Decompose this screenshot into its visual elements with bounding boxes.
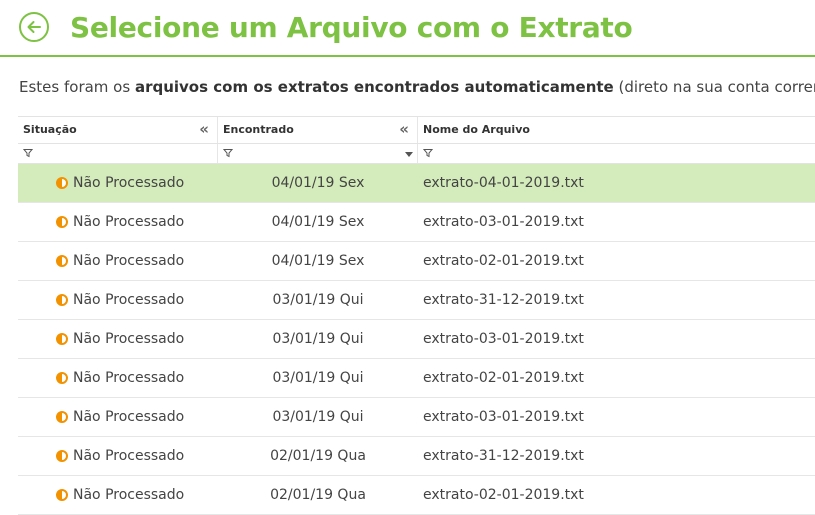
column-header-label: Nome do Arquivo xyxy=(423,123,530,136)
found-date-cell: 04/01/19 Sex xyxy=(271,175,365,191)
file-name-cell: extrato-03-01-2019.txt xyxy=(423,409,584,425)
found-date-cell: 03/01/19 Qui xyxy=(272,331,364,347)
file-name-cell: extrato-02-01-2019.txt xyxy=(423,487,584,503)
file-name-cell: extrato-31-12-2019.txt xyxy=(423,448,584,464)
filter-encontrado[interactable] xyxy=(218,144,418,163)
file-name-cell: extrato-03-01-2019.txt xyxy=(423,214,584,230)
status-cell: Não Processado xyxy=(18,292,218,308)
found-date-cell: 03/01/19 Qui xyxy=(272,409,364,425)
chevron-down-icon[interactable] xyxy=(405,152,413,157)
half-circle-status-icon xyxy=(56,411,68,423)
status-text: Não Processado xyxy=(73,214,185,230)
found-date-cell: 04/01/19 Sex xyxy=(271,214,365,230)
table-row[interactable]: Não Processado 03/01/19 Qui extrato-31-12-… xyxy=(18,281,815,320)
filter-icon xyxy=(23,149,33,158)
column-header-label: Encontrado xyxy=(223,123,294,136)
status-text: Não Processado xyxy=(73,331,185,347)
filter-icon xyxy=(423,149,433,158)
found-date-cell: 04/01/19 Sex xyxy=(271,253,365,269)
column-header-label: Situação xyxy=(23,123,77,136)
table-row[interactable]: Não Processado 02/01/19 Qua extrato-31-12-… xyxy=(18,437,815,476)
description-prefix: Estes foram os xyxy=(19,78,135,96)
page-description: Estes foram os arquivos com os extratos … xyxy=(19,78,815,96)
half-circle-status-icon xyxy=(56,372,68,384)
filter-icon xyxy=(223,149,233,158)
half-circle-status-icon xyxy=(56,294,68,306)
files-grid: Situação « Encontrado « Nome do Arquivo xyxy=(18,116,815,515)
table-row[interactable]: Não Processado 04/01/19 Sex extrato-04-01-… xyxy=(18,164,815,203)
found-date-cell: 02/01/19 Qua xyxy=(270,448,366,464)
status-cell: Não Processado xyxy=(18,331,218,347)
half-circle-status-icon xyxy=(56,489,68,501)
half-circle-status-icon xyxy=(56,333,68,345)
description-bold: arquivos com os extratos encontrados aut… xyxy=(134,78,614,96)
page-header: Selecione um Arquivo com o Extrato xyxy=(0,0,815,57)
file-name-cell: extrato-02-01-2019.txt xyxy=(423,370,584,386)
half-circle-status-icon xyxy=(56,255,68,267)
status-cell: Não Processado xyxy=(18,409,218,425)
column-header-encontrado[interactable]: Encontrado « xyxy=(218,117,418,143)
status-text: Não Processado xyxy=(73,487,185,503)
status-cell: Não Processado xyxy=(18,214,218,230)
file-name-cell: extrato-31-12-2019.txt xyxy=(423,292,584,308)
grid-body: Não Processado 04/01/19 Sex extrato-04-01-… xyxy=(18,164,815,515)
column-header-situacao[interactable]: Situação « xyxy=(18,117,218,143)
status-text: Não Processado xyxy=(73,253,185,269)
table-row[interactable]: Não Processado 04/01/19 Sex extrato-03-01-… xyxy=(18,203,815,242)
arrow-left-icon xyxy=(27,21,41,33)
status-cell: Não Processado xyxy=(18,448,218,464)
table-row[interactable]: Não Processado 02/01/19 Qua extrato-02-01-… xyxy=(18,476,815,515)
status-text: Não Processado xyxy=(73,448,185,464)
found-date-cell: 02/01/19 Qua xyxy=(270,487,366,503)
table-row[interactable]: Não Processado 03/01/19 Qui extrato-03-01-… xyxy=(18,398,815,437)
status-cell: Não Processado xyxy=(18,253,218,269)
filter-nome-arquivo[interactable] xyxy=(418,144,815,163)
column-header-nome-arquivo[interactable]: Nome do Arquivo xyxy=(418,117,815,143)
status-cell: Não Processado xyxy=(18,370,218,386)
file-name-cell: extrato-04-01-2019.txt xyxy=(423,175,584,191)
status-cell: Não Processado xyxy=(18,175,218,191)
back-button[interactable] xyxy=(19,12,49,42)
status-text: Não Processado xyxy=(73,409,185,425)
found-date-cell: 03/01/19 Qui xyxy=(272,292,364,308)
found-date-cell: 03/01/19 Qui xyxy=(272,370,364,386)
status-cell: Não Processado xyxy=(18,487,218,503)
table-row[interactable]: Não Processado 03/01/19 Qui extrato-02-01-… xyxy=(18,359,815,398)
status-text: Não Processado xyxy=(73,292,185,308)
status-text: Não Processado xyxy=(73,370,185,386)
file-name-cell: extrato-03-01-2019.txt xyxy=(423,331,584,347)
half-circle-status-icon xyxy=(56,450,68,462)
table-row[interactable]: Não Processado 04/01/19 Sex extrato-02-01-… xyxy=(18,242,815,281)
status-text: Não Processado xyxy=(73,175,185,191)
table-row[interactable]: Não Processado 03/01/19 Qui extrato-03-01-… xyxy=(18,320,815,359)
grid-header-row: Situação « Encontrado « Nome do Arquivo xyxy=(18,116,815,144)
grid-filter-row xyxy=(18,144,815,164)
half-circle-status-icon xyxy=(56,177,68,189)
half-circle-status-icon xyxy=(56,216,68,228)
file-name-cell: extrato-02-01-2019.txt xyxy=(423,253,584,269)
collapse-column-icon[interactable]: « xyxy=(399,117,409,141)
description-suffix: (direto na sua conta corrente) xyxy=(618,78,815,96)
page-title: Selecione um Arquivo com o Extrato xyxy=(70,11,633,44)
collapse-column-icon[interactable]: « xyxy=(199,117,209,141)
filter-situacao[interactable] xyxy=(18,144,218,163)
